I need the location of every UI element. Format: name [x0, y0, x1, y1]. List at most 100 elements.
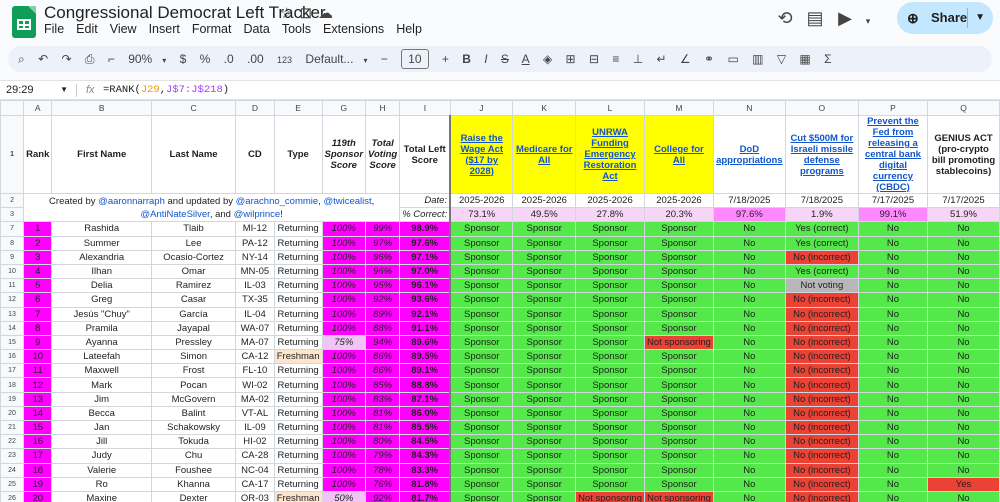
bill-vote-cell[interactable]: No	[927, 419, 1000, 436]
bill-vote-cell[interactable]: No (incorrect)	[784, 434, 859, 450]
bill-vote-cell[interactable]: Sponsor	[643, 349, 714, 365]
rank-cell[interactable]: 10	[23, 349, 53, 365]
insert-comment-icon[interactable]: ▭	[727, 52, 738, 66]
text-color-icon[interactable]: A	[522, 52, 530, 66]
header-voting-score[interactable]: Total Voting Score	[365, 115, 401, 194]
name-box-dropdown-icon[interactable]: ▼	[60, 81, 68, 99]
bill-vote-cell[interactable]: Sponsor	[512, 235, 577, 251]
percent-cell[interactable]: 97.6%	[712, 207, 786, 223]
zoom-select[interactable]: 90%	[128, 52, 152, 66]
left-score-cell[interactable]: 92.1%	[399, 306, 451, 322]
bill-vote-cell[interactable]: No	[712, 448, 786, 464]
merge-cells-icon[interactable]: ⊟	[589, 52, 599, 66]
last-name-cell[interactable]: Jayapal	[151, 320, 237, 336]
sponsor-score-cell[interactable]: 50%	[321, 490, 367, 502]
left-score-cell[interactable]: 89.6%	[399, 334, 451, 351]
last-name-cell[interactable]: Ramirez	[151, 278, 237, 294]
row-header[interactable]: 12	[0, 292, 25, 308]
bill-vote-cell[interactable]: No	[857, 320, 929, 336]
row-header[interactable]: 1	[0, 115, 25, 194]
last-name-cell[interactable]: Pocan	[151, 377, 237, 393]
bill-vote-cell[interactable]: No	[857, 363, 929, 379]
bill-vote-cell[interactable]: Sponsor	[643, 448, 714, 464]
type-cell[interactable]: Returning	[273, 278, 323, 294]
bill-vote-cell[interactable]: No	[927, 490, 1000, 502]
first-name-cell[interactable]: Ayanna	[51, 334, 153, 351]
bill-vote-cell[interactable]: No	[712, 263, 786, 280]
bill-vote-cell[interactable]: Sponsor	[575, 263, 645, 280]
row-header[interactable]: 13	[0, 306, 25, 322]
search-menus-icon[interactable]: ⌕	[18, 52, 25, 66]
header-bill-unrwa[interactable]: UNRWA Funding Emergency Restoration Act	[575, 115, 645, 194]
redo-icon[interactable]: ↷	[61, 52, 71, 66]
bill-vote-cell[interactable]: No	[712, 462, 786, 478]
bill-vote-cell[interactable]: Sponsor	[575, 235, 645, 251]
header-last-name[interactable]: Last Name	[151, 115, 237, 194]
bill-vote-cell[interactable]: No	[712, 249, 786, 265]
district-cell[interactable]: MN-05	[235, 263, 275, 280]
bill-vote-cell[interactable]: No	[712, 363, 786, 379]
col-header-j[interactable]: J	[449, 100, 514, 116]
row-header[interactable]: 3	[0, 207, 25, 223]
bill-vote-cell[interactable]: Sponsor	[512, 448, 577, 464]
row-header[interactable]: 7	[0, 221, 25, 237]
bill-vote-cell[interactable]: Sponsor	[512, 278, 577, 294]
filter-icon[interactable]: ▽	[777, 52, 786, 66]
bill-vote-cell[interactable]: No	[857, 263, 929, 280]
text-wrap-icon[interactable]: ↵	[657, 52, 667, 66]
district-cell[interactable]: MA-02	[235, 391, 275, 407]
voting-score-cell[interactable]: 81%	[365, 419, 401, 436]
bill-vote-cell[interactable]: No	[712, 391, 786, 407]
sponsor-score-cell[interactable]: 100%	[321, 419, 367, 436]
bill-vote-cell[interactable]: Sponsor	[575, 405, 645, 422]
rank-cell[interactable]: 2	[23, 235, 53, 251]
sponsor-score-cell[interactable]: 100%	[321, 278, 367, 294]
district-cell[interactable]: WA-07	[235, 320, 275, 336]
credit-handle-link[interactable]: @arachno_commie	[236, 196, 319, 207]
menu-file[interactable]: File	[44, 22, 64, 36]
left-score-cell[interactable]: 93.6%	[399, 292, 451, 308]
row-header[interactable]: 18	[0, 377, 25, 393]
first-name-cell[interactable]: Lateefah	[51, 349, 153, 365]
bill-vote-cell[interactable]: Sponsor	[449, 278, 514, 294]
bill-vote-cell[interactable]: Not sponsoring	[643, 334, 714, 351]
rank-cell[interactable]: 11	[23, 363, 53, 379]
last-name-cell[interactable]: Frost	[151, 363, 237, 379]
rank-cell[interactable]: 20	[23, 490, 53, 502]
bill-vote-cell[interactable]: Sponsor	[512, 490, 577, 502]
bill-vote-cell[interactable]: No	[712, 476, 786, 492]
district-cell[interactable]: VT-AL	[235, 405, 275, 422]
row-header[interactable]: 19	[0, 391, 25, 407]
last-name-cell[interactable]: Schakowsky	[151, 419, 237, 436]
sponsor-score-cell[interactable]: 100%	[321, 349, 367, 365]
increase-decimal-button[interactable]: .00	[247, 52, 264, 66]
type-cell[interactable]: Returning	[273, 363, 323, 379]
bill-vote-cell[interactable]: Sponsor	[575, 391, 645, 407]
bill-vote-cell[interactable]: No	[927, 235, 1000, 251]
last-name-cell[interactable]: Foushee	[151, 462, 237, 478]
type-cell[interactable]: Returning	[273, 377, 323, 393]
bill-vote-cell[interactable]: Sponsor	[512, 405, 577, 422]
bill-vote-cell[interactable]: Sponsor	[449, 391, 514, 407]
first-name-cell[interactable]: Greg	[51, 292, 153, 308]
left-score-cell[interactable]: 85.5%	[399, 419, 451, 436]
bill-vote-cell[interactable]: No	[857, 391, 929, 407]
bill-vote-cell[interactable]: Sponsor	[643, 434, 714, 450]
first-name-cell[interactable]: Maxine	[51, 490, 153, 502]
bill-vote-cell[interactable]: No	[927, 221, 1000, 237]
bill-vote-cell[interactable]: No	[857, 278, 929, 294]
rank-cell[interactable]: 8	[23, 320, 53, 336]
bold-icon[interactable]: B	[462, 52, 471, 66]
menu-insert[interactable]: Insert	[149, 22, 180, 36]
bill-vote-cell[interactable]: No (incorrect)	[784, 377, 859, 393]
last-name-cell[interactable]: Casar	[151, 292, 237, 308]
history-icon[interactable]: ⟲	[770, 8, 800, 29]
sponsor-score-cell[interactable]: 100%	[321, 221, 367, 237]
rank-cell[interactable]: 6	[23, 292, 53, 308]
first-name-cell[interactable]: Rashida	[51, 221, 153, 237]
date-cell[interactable]: 2025-2026	[512, 192, 577, 209]
col-header-g[interactable]: G	[321, 100, 367, 116]
bill-vote-cell[interactable]: No	[927, 462, 1000, 478]
sponsor-score-cell[interactable]: 100%	[321, 306, 367, 322]
bill-vote-cell[interactable]: Sponsor	[643, 363, 714, 379]
